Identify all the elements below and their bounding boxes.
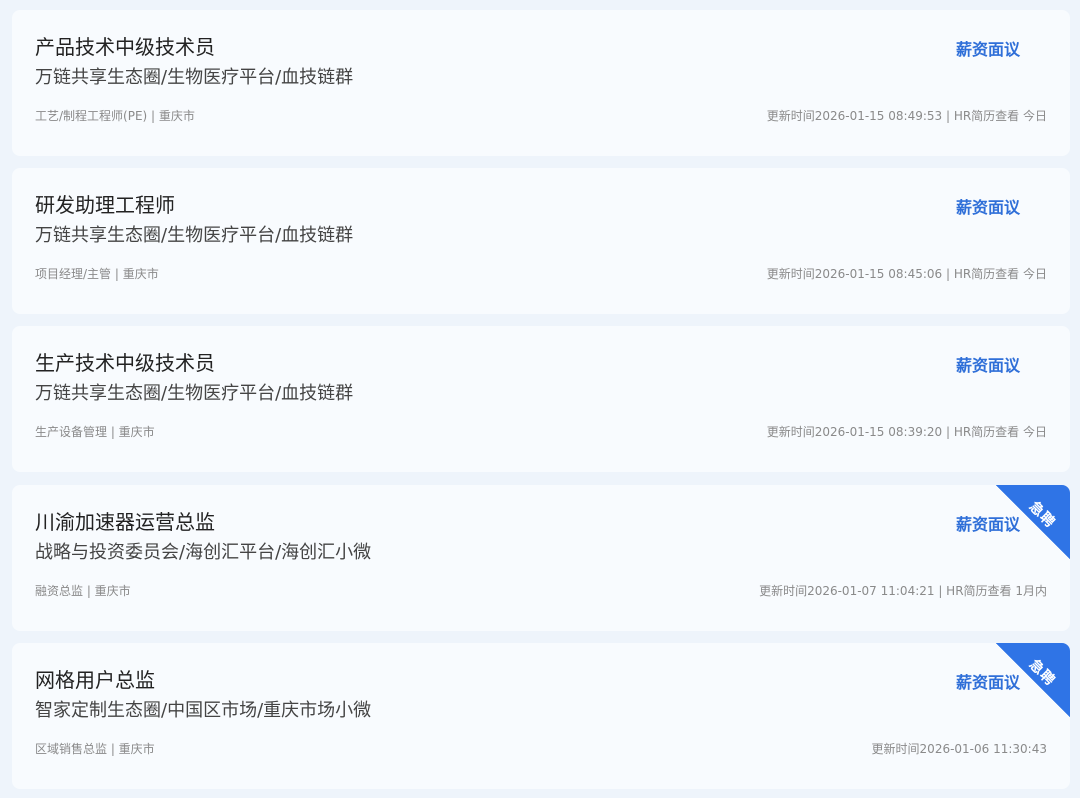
- urgent-ribbon-label: 急聘: [1025, 498, 1059, 532]
- update-info: 更新时间2026-01-07 11:04:21 | HR简历查看 1月内: [759, 584, 1047, 598]
- urgent-ribbon-label: 急聘: [1025, 656, 1059, 690]
- update-info: 更新时间2026-01-15 08:39:20 | HR简历查看 今日: [766, 425, 1047, 439]
- job-title[interactable]: 网格用户总监: [35, 666, 155, 694]
- job-company: 万链共享生态圈/生物医疗平台/血技链群: [35, 225, 354, 246]
- salary-label: 薪资面议: [955, 40, 1020, 59]
- update-info: 更新时间2026-01-06 11:30:43: [871, 742, 1047, 756]
- job-company: 万链共享生态圈/生物医疗平台/血技链群: [35, 67, 354, 88]
- job-card[interactable]: 生产技术中级技术员 万链共享生态圈/生物医疗平台/血技链群 生产设备管理 | 重…: [12, 326, 1070, 472]
- job-title[interactable]: 生产技术中级技术员: [35, 349, 215, 377]
- update-info: 更新时间2026-01-15 08:45:06 | HR简历查看 今日: [766, 267, 1047, 281]
- job-category-location: 工艺/制程工程师(PE) | 重庆市: [35, 109, 195, 123]
- job-list: 产品技术中级技术员 万链共享生态圈/生物医疗平台/血技链群 工艺/制程工程师(P…: [0, 0, 1080, 798]
- job-card[interactable]: 产品技术中级技术员 万链共享生态圈/生物医疗平台/血技链群 工艺/制程工程师(P…: [12, 10, 1070, 156]
- job-company: 智家定制生态圈/中国区市场/重庆市场小微: [35, 700, 372, 721]
- salary-label: 薪资面议: [955, 198, 1020, 217]
- update-info: 更新时间2026-01-15 08:49:53 | HR简历查看 今日: [766, 109, 1047, 123]
- salary-label: 薪资面议: [955, 673, 1020, 692]
- job-title[interactable]: 产品技术中级技术员: [35, 33, 215, 61]
- salary-label: 薪资面议: [955, 515, 1020, 534]
- job-card[interactable]: 川渝加速器运营总监 战略与投资委员会/海创汇平台/海创汇小微 融资总监 | 重庆…: [12, 485, 1070, 631]
- job-card[interactable]: 研发助理工程师 万链共享生态圈/生物医疗平台/血技链群 项目经理/主管 | 重庆…: [12, 168, 1070, 314]
- salary-label: 薪资面议: [955, 356, 1020, 375]
- job-category-location: 生产设备管理 | 重庆市: [35, 425, 155, 439]
- job-title[interactable]: 川渝加速器运营总监: [35, 508, 215, 536]
- job-company: 战略与投资委员会/海创汇平台/海创汇小微: [35, 542, 372, 563]
- job-category-location: 区域销售总监 | 重庆市: [35, 742, 155, 756]
- job-company: 万链共享生态圈/生物医疗平台/血技链群: [35, 383, 354, 404]
- job-category-location: 融资总监 | 重庆市: [35, 584, 131, 598]
- job-category-location: 项目经理/主管 | 重庆市: [35, 267, 159, 281]
- job-title[interactable]: 研发助理工程师: [35, 191, 175, 219]
- job-card[interactable]: 网格用户总监 智家定制生态圈/中国区市场/重庆市场小微 区域销售总监 | 重庆市…: [12, 643, 1070, 789]
